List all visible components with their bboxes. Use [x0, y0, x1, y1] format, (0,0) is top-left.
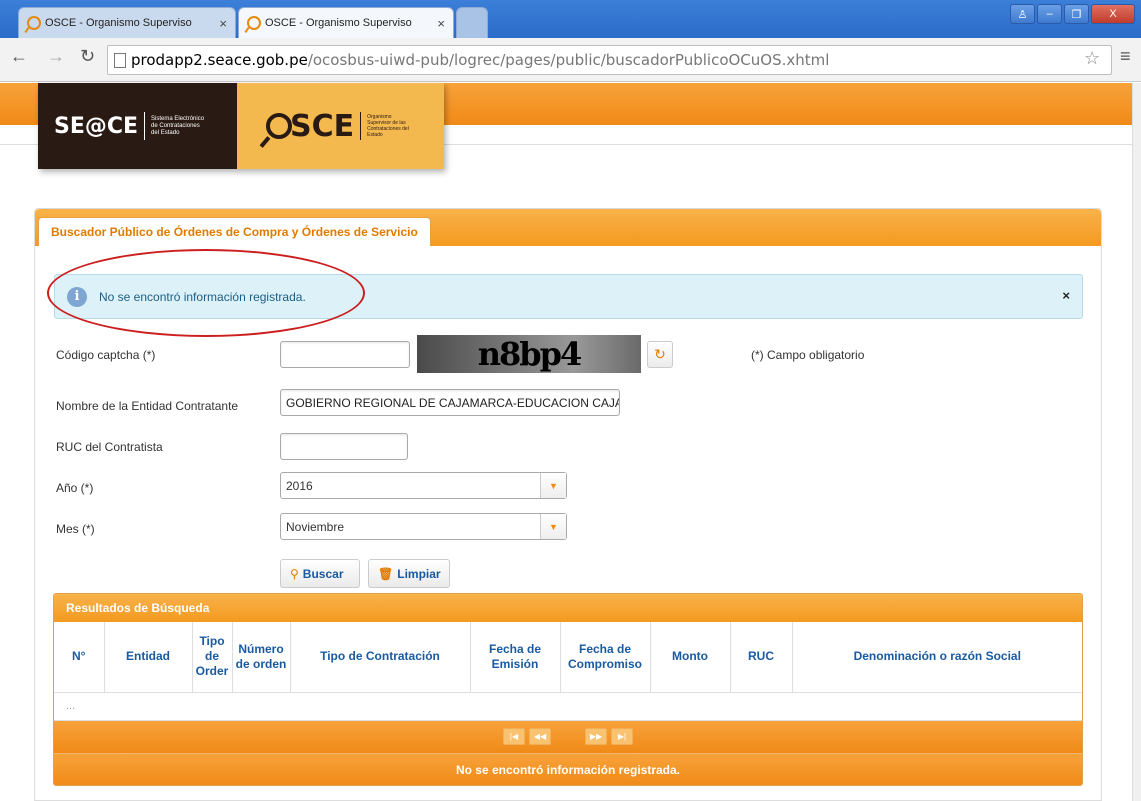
- col-header-tipo-orden[interactable]: Tipo de Order: [192, 622, 233, 693]
- chevron-down-icon[interactable]: ▼: [540, 473, 566, 498]
- chevron-down-icon[interactable]: ▼: [540, 514, 566, 539]
- results-empty-message: No se encontró información registrada.: [54, 752, 1082, 785]
- next-page-button[interactable]: ▶▶: [585, 728, 607, 745]
- col-header-n[interactable]: N°: [54, 622, 105, 693]
- mes-select[interactable]: Noviembre ▼: [280, 513, 567, 540]
- empty-row: ...: [54, 693, 1082, 721]
- limpiar-button[interactable]: 🗑 Limpiar: [368, 559, 450, 588]
- mes-value: Noviembre: [286, 519, 345, 534]
- tab-close-icon[interactable]: ×: [219, 16, 227, 31]
- restore-button[interactable]: ❐: [1064, 4, 1089, 24]
- seace-logo-subtitle: Sistema Electrónico de Contrataciones de…: [151, 115, 205, 136]
- captcha-image: n8bp4: [417, 335, 641, 373]
- bookmark-star-icon[interactable]: ☆: [1084, 48, 1100, 69]
- buscar-label: Buscar: [302, 566, 344, 581]
- url-input[interactable]: prodapp2.seace.gob.pe/ocosbus-uiwd-pub/l…: [107, 45, 1112, 75]
- tab-title: OSCE - Organismo Superviso: [45, 17, 192, 29]
- first-page-button[interactable]: |◀: [503, 728, 525, 745]
- last-page-button[interactable]: ▶|: [611, 728, 633, 745]
- col-header-ruc[interactable]: RUC: [730, 622, 793, 693]
- col-header-entidad[interactable]: Entidad: [104, 622, 193, 693]
- forward-arrow-icon[interactable]: →: [47, 46, 65, 67]
- trash-icon: 🗑: [378, 566, 394, 581]
- refresh-captcha-button[interactable]: ↻: [647, 341, 673, 368]
- tab-buscador[interactable]: Buscador Público de Órdenes de Compra y …: [38, 217, 431, 246]
- close-window-button[interactable]: X: [1091, 4, 1135, 24]
- scrollbar[interactable]: [1132, 83, 1141, 801]
- buscar-button[interactable]: ⚲ Buscar: [280, 559, 360, 588]
- anio-label: Año (*): [56, 481, 94, 495]
- osce-logo-text: SCE: [290, 108, 355, 144]
- osce-favicon-icon: [247, 16, 261, 30]
- anio-value: 2016: [286, 478, 313, 493]
- tab-title: OSCE - Organismo Superviso: [265, 17, 412, 29]
- annotation-ellipse: [47, 249, 365, 337]
- col-header-fecha-emision[interactable]: Fecha de Emisión: [470, 622, 561, 693]
- anio-select[interactable]: 2016 ▼: [280, 472, 567, 499]
- page-icon: [114, 52, 126, 68]
- new-tab-button[interactable]: [456, 7, 488, 38]
- osce-favicon-icon: [27, 16, 41, 30]
- reload-icon[interactable]: ↻: [80, 46, 95, 67]
- limpiar-label: Limpiar: [397, 566, 441, 581]
- col-header-tipo-contratacion[interactable]: Tipo de Contratación: [290, 622, 471, 693]
- col-header-razon-social[interactable]: Denominación o razón Social: [792, 622, 1082, 693]
- magnifier-logo-icon: [266, 113, 292, 139]
- browser-tab-2[interactable]: OSCE - Organismo Superviso ×: [238, 7, 454, 38]
- seace-logo[interactable]: SE@CE Sistema Electrónico de Contratacio…: [38, 83, 237, 169]
- entidad-label: Nombre de la Entidad Contratante: [56, 399, 239, 413]
- alert-close-icon[interactable]: ×: [1062, 288, 1070, 303]
- browser-titlebar: OSCE - Organismo Superviso × OSCE - Orga…: [0, 0, 1141, 38]
- required-note: (*) Campo obligatorio: [751, 348, 865, 362]
- col-header-monto[interactable]: Monto: [650, 622, 731, 693]
- results-header-row: N° Entidad Tipo de Order Número de orden…: [54, 622, 1082, 693]
- ruc-label: RUC del Contratista: [56, 440, 163, 454]
- browser-tab-1[interactable]: OSCE - Organismo Superviso ×: [18, 7, 236, 38]
- back-arrow-icon[interactable]: ←: [10, 46, 28, 67]
- address-bar: ← → ↻ prodapp2.seace.gob.pe/ocosbus-uiwd…: [0, 38, 1141, 82]
- results-title: Resultados de Búsqueda: [54, 594, 1082, 622]
- mes-label: Mes (*): [56, 522, 95, 536]
- osce-logo[interactable]: SCE Organismo Supervisor de las Contrata…: [248, 83, 444, 169]
- captcha-input[interactable]: [280, 341, 410, 368]
- browser-menu-icon[interactable]: ≡: [1120, 46, 1131, 67]
- minimize-button[interactable]: –: [1037, 4, 1062, 24]
- entidad-input[interactable]: GOBIERNO REGIONAL DE CAJAMARCA-EDUCACION…: [280, 389, 620, 416]
- header-logos: SE@CE Sistema Electrónico de Contratacio…: [38, 83, 444, 169]
- tab-close-icon[interactable]: ×: [437, 16, 445, 31]
- ruc-input[interactable]: [280, 433, 408, 460]
- search-icon: ⚲: [290, 566, 299, 581]
- captcha-label: Código captcha (*): [56, 348, 156, 362]
- panel-header: Buscador Público de Órdenes de Compra y …: [35, 209, 1101, 246]
- col-header-numero-orden[interactable]: Número de orden: [232, 622, 291, 693]
- results-table: Resultados de Búsqueda N° Entidad Tipo d…: [53, 593, 1083, 786]
- url-domain: prodapp2.seace.gob.pe: [131, 51, 308, 69]
- user-icon[interactable]: ♙: [1010, 4, 1035, 24]
- paginator: |◀ ◀◀ ▶▶ ▶|: [54, 720, 1082, 753]
- url-path: /ocosbus-uiwd-pub/logrec/pages/public/bu…: [307, 51, 830, 69]
- col-header-fecha-compromiso[interactable]: Fecha de Compromiso: [560, 622, 651, 693]
- results-grid: N° Entidad Tipo de Order Número de orden…: [54, 622, 1082, 693]
- osce-logo-subtitle: Organismo Supervisor de las Contratacion…: [367, 114, 409, 138]
- seace-logo-text: SE@CE: [54, 113, 139, 139]
- search-panel: Buscador Público de Órdenes de Compra y …: [34, 208, 1102, 801]
- prev-page-button[interactable]: ◀◀: [529, 728, 551, 745]
- refresh-icon: ↻: [654, 346, 666, 362]
